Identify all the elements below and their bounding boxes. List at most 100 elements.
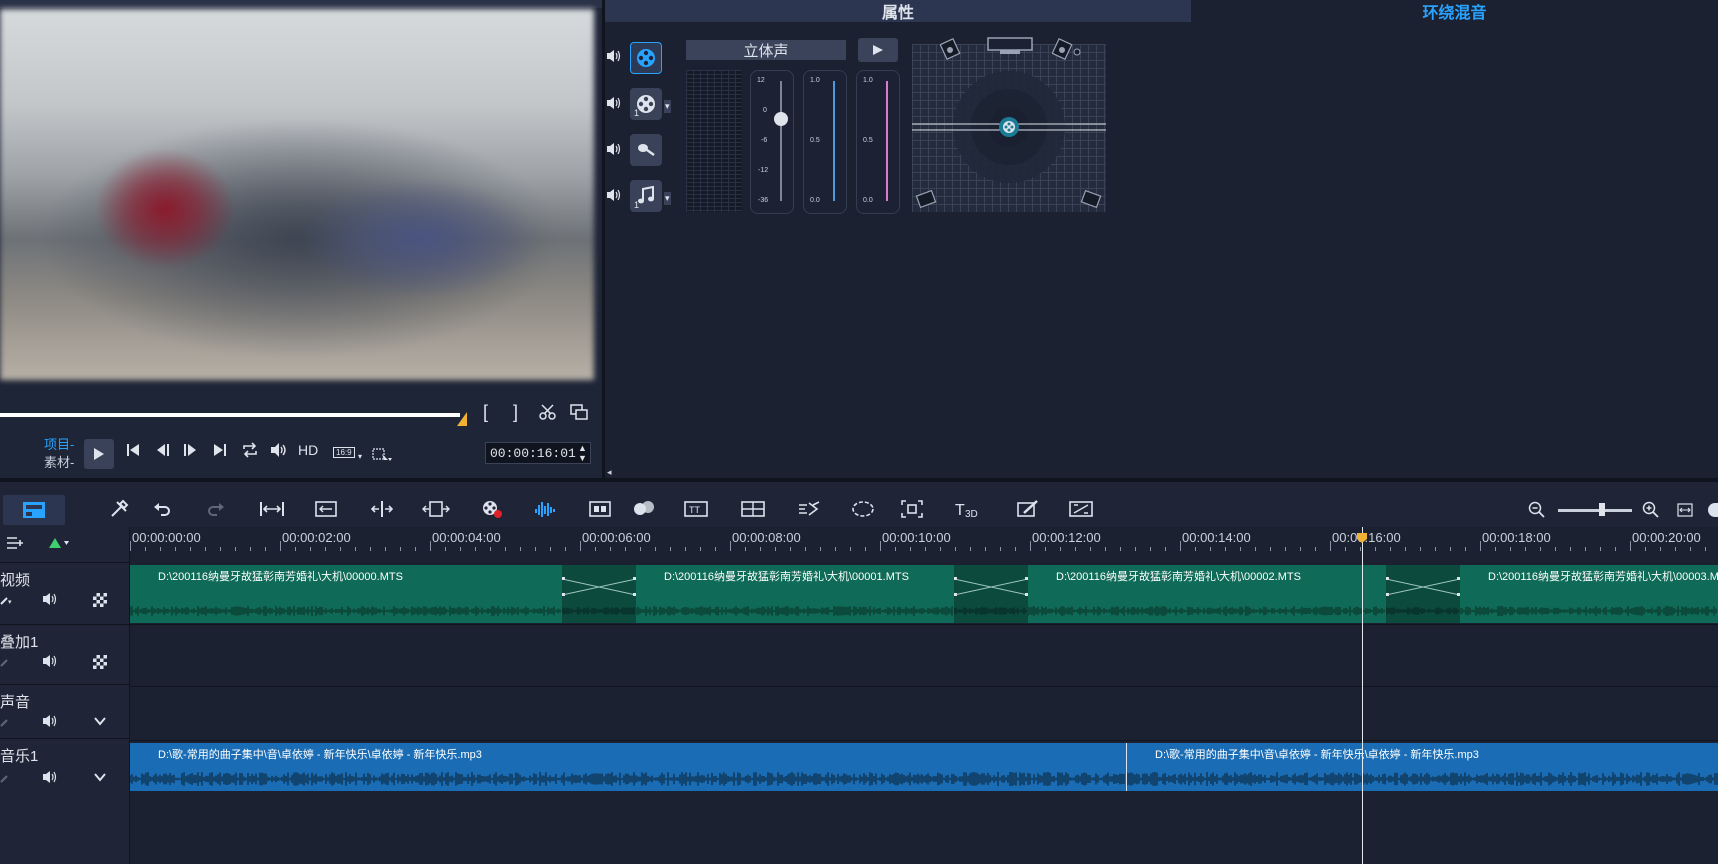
playhead-marker-icon[interactable] xyxy=(1355,531,1369,548)
3d-title-icon[interactable]: T 3D xyxy=(954,499,982,524)
track-volume-icon[interactable] xyxy=(42,592,58,609)
transition[interactable] xyxy=(561,565,637,623)
video-preview[interactable] xyxy=(0,9,594,380)
speaker-icon[interactable] xyxy=(606,142,622,160)
video-track-lane[interactable]: D:\200116纳曼牙故猛彰南芳婚礼\大机\00000.MTS D:\2001… xyxy=(130,563,1718,625)
overlay-track-lane[interactable] xyxy=(130,625,1718,687)
zoom-in-icon[interactable] xyxy=(1642,501,1660,524)
video-clip[interactable]: D:\200116纳曼牙故猛彰南芳婚礼\大机\00002.MTS xyxy=(1028,565,1386,623)
link-chain-icon[interactable] xyxy=(0,771,10,786)
fader-knob[interactable] xyxy=(774,112,788,127)
track-volume-icon[interactable] xyxy=(42,654,58,671)
track-transparency-icon[interactable] xyxy=(93,593,107,610)
motion-tracking-icon[interactable] xyxy=(632,499,656,524)
crop-tool-icon[interactable] xyxy=(372,448,392,467)
subtitle-editor-icon[interactable]: TT xyxy=(684,499,708,524)
multi-camera-icon[interactable] xyxy=(741,499,765,524)
music-clip[interactable]: D:\歌-常用的曲子集中\音\卓依婷 - 新年快乐\卓依婷 - 新年快乐.mp3 xyxy=(130,743,1126,791)
slip-icon[interactable] xyxy=(422,499,450,524)
record-capture-icon[interactable] xyxy=(481,499,503,524)
music-clip[interactable]: D:\歌-常用的曲子集中\音\卓依婷 - 新年快乐\卓依婷 - 新年快乐.mp3 xyxy=(1126,743,1718,791)
enlarge-preview-icon[interactable] xyxy=(570,404,588,425)
project-mode-label[interactable]: 项目- xyxy=(44,436,74,454)
track-manager-icon[interactable] xyxy=(6,536,24,555)
scrubber-track[interactable] xyxy=(0,413,460,417)
sound-mixer-icon[interactable] xyxy=(534,499,556,524)
channel-mode-selector[interactable]: 立体声 xyxy=(686,40,846,60)
track-header-music[interactable]: 音乐1 xyxy=(0,739,130,864)
paint-creator-icon[interactable] xyxy=(1016,499,1040,524)
screen-capture-icon[interactable] xyxy=(1069,499,1093,524)
go-to-start-icon[interactable] xyxy=(125,442,141,463)
go-to-end-icon[interactable] xyxy=(212,442,228,463)
hd-button[interactable]: HD xyxy=(298,442,318,458)
panel-divider[interactable] xyxy=(602,0,605,478)
mixer-play-button[interactable] xyxy=(858,38,898,62)
volume-icon[interactable] xyxy=(270,442,288,463)
mark-out-button[interactable]: ] xyxy=(513,402,518,423)
redo-icon[interactable] xyxy=(206,499,226,524)
fit-project-icon[interactable] xyxy=(1677,503,1693,522)
speaker-icon[interactable] xyxy=(606,49,622,67)
video-clip[interactable]: D:\200116纳曼牙故猛彰南芳婚礼\大机\00000.MTS xyxy=(130,565,562,623)
overlay-dropdown-icon[interactable]: ▾ xyxy=(664,100,671,113)
track-header-video[interactable]: 视频 ▾ xyxy=(0,563,130,625)
mark-in-button[interactable]: [ xyxy=(483,402,488,423)
ripple-edit-icon[interactable] xyxy=(369,499,395,524)
track-header-voice[interactable]: 声音 xyxy=(0,685,130,739)
playhead[interactable] xyxy=(1362,527,1363,864)
split-clip-icon[interactable] xyxy=(538,403,558,426)
transition[interactable] xyxy=(1385,565,1461,623)
next-frame-icon[interactable] xyxy=(182,442,198,463)
time-remapping-icon[interactable] xyxy=(797,499,821,524)
track-header-overlay[interactable]: 叠加1 xyxy=(0,625,130,685)
add-marker-icon[interactable] xyxy=(48,536,70,555)
voice-source-button[interactable] xyxy=(630,134,662,166)
pan-zoom-icon[interactable] xyxy=(900,499,924,524)
link-chain-icon[interactable] xyxy=(0,715,10,730)
expand-track-icon[interactable] xyxy=(93,715,107,730)
link-chain-icon[interactable]: ▾ xyxy=(0,593,14,608)
track-volume-icon[interactable] xyxy=(42,714,58,731)
timecode-input[interactable]: 00:00:16:01 xyxy=(485,442,591,464)
pan-position-handle[interactable] xyxy=(998,116,1020,143)
storyboard-view-button[interactable] xyxy=(3,495,65,525)
track-volume-icon[interactable] xyxy=(42,770,58,787)
undo-icon[interactable] xyxy=(152,499,172,524)
previous-frame-icon[interactable] xyxy=(155,442,171,463)
transition[interactable] xyxy=(953,565,1029,623)
tab-surround-mix[interactable]: 环绕混音 xyxy=(1191,0,1718,22)
track-transparency-icon[interactable] xyxy=(93,655,107,672)
surround-panner[interactable] xyxy=(912,37,1106,212)
voice-track-lane[interactable] xyxy=(130,687,1718,741)
expand-track-icon[interactable] xyxy=(93,771,107,786)
mode-selector[interactable]: 项目- 素材- xyxy=(44,436,74,472)
zoom-out-icon[interactable] xyxy=(1528,501,1546,524)
clip-mode-label[interactable]: 素材- xyxy=(44,454,74,472)
timeline-ruler[interactable]: 00:00:00:00 00:00:02:00 00:00:04:00 00:00:0… xyxy=(130,527,1718,551)
aspect-dropdown-icon[interactable]: ▾ xyxy=(358,452,362,461)
zoom-slider-handle[interactable] xyxy=(1599,503,1606,516)
aspect-ratio-button[interactable]: 16:9 xyxy=(333,447,355,458)
speaker-icon[interactable] xyxy=(606,96,622,114)
volume-fader[interactable]: 12 0 -6 -12 -36 xyxy=(750,70,794,214)
speaker-icon[interactable] xyxy=(606,188,622,206)
video-source-button[interactable] xyxy=(630,42,662,74)
video-clip[interactable]: D:\200116纳曼牙故猛彰南芳婚礼\大机\00001.MTS xyxy=(636,565,954,623)
zoom-slider[interactable] xyxy=(1558,509,1632,512)
timeline-options-icon[interactable] xyxy=(1708,503,1718,517)
collapse-panel-icon[interactable]: ◂ xyxy=(607,467,612,478)
tab-properties[interactable]: 属性 xyxy=(605,0,1191,22)
trim-icon[interactable] xyxy=(314,499,338,524)
scrubber-handle[interactable] xyxy=(457,412,467,426)
timecode-stepper[interactable]: ▲ ▼ xyxy=(578,443,587,463)
video-clip[interactable]: D:\200116纳曼牙故猛彰南芳婚礼\大机\00003.MTS xyxy=(1460,565,1718,623)
repeat-icon[interactable] xyxy=(241,442,259,463)
tools-icon[interactable] xyxy=(109,499,129,524)
mask-creator-icon[interactable] xyxy=(851,499,875,524)
play-button[interactable] xyxy=(84,439,114,469)
music-dropdown-icon[interactable]: ▾ xyxy=(664,192,671,205)
fit-timeline-icon[interactable] xyxy=(259,499,285,524)
music-track-lane[interactable]: D:\歌-常用的曲子集中\音\卓依婷 - 新年快乐\卓依婷 - 新年快乐.mp3… xyxy=(130,741,1718,864)
link-chain-icon[interactable] xyxy=(0,655,10,670)
